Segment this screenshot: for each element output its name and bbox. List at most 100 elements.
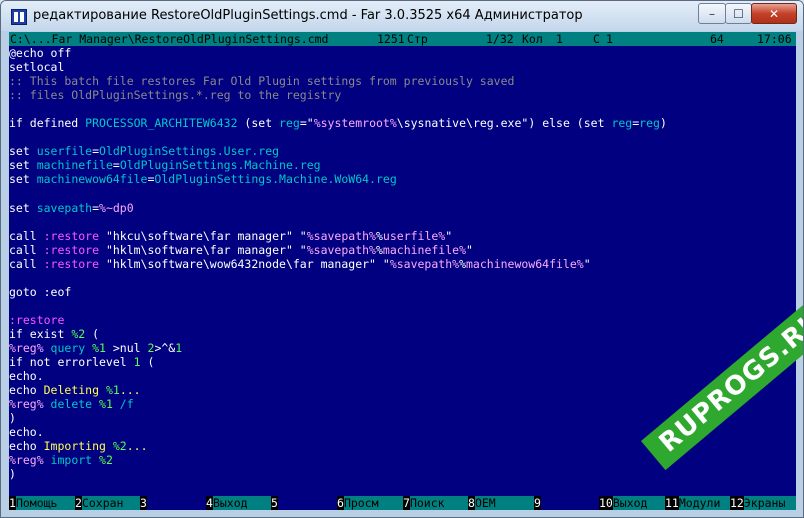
fkey-5[interactable]: 5 (271, 496, 337, 510)
code-token: = (92, 144, 100, 159)
editor-line[interactable] (9, 481, 796, 495)
fkey-label: OEM (474, 496, 534, 510)
editor-line[interactable] (9, 299, 796, 313)
editor-line[interactable]: set savepath=%~dp0 (9, 201, 796, 215)
code-token: " (583, 256, 591, 271)
code-token: machinewow64file% (466, 256, 584, 271)
code-token: :restore (43, 256, 100, 271)
code-token: 1 (175, 340, 183, 355)
status-col-value: 1 (556, 32, 563, 46)
editor-line[interactable]: setlocal (9, 60, 796, 74)
fkey-number: 5 (271, 496, 278, 510)
fkey-1[interactable]: 1Помощь (9, 496, 75, 510)
code-token: echo (9, 439, 37, 454)
code-token: =" (299, 116, 314, 131)
close-button[interactable]: ✕ (751, 3, 797, 24)
code-token: %2 (112, 439, 127, 454)
status-col-label: Кол (522, 32, 543, 46)
editor-line[interactable]: call :restore "hklm\software\wow6432node… (9, 257, 796, 271)
editor-line[interactable]: ) (9, 467, 796, 481)
editor-line[interactable] (9, 102, 796, 116)
code-token: OldPluginSettings.Machine.WoW64.reg (154, 172, 397, 187)
editor-line[interactable] (9, 271, 796, 285)
code-token: reg (279, 116, 300, 131)
editor-line[interactable]: echo. (9, 369, 796, 383)
code-token: if not errorlevel (9, 355, 134, 370)
editor-line[interactable]: goto :eof (9, 285, 796, 299)
code-token: 1 (133, 355, 141, 370)
editor-line[interactable] (9, 215, 796, 229)
editor-line[interactable]: :: files OldPluginSettings.*.reg to the … (9, 88, 796, 102)
fkey-number: 9 (534, 496, 541, 510)
code-token: call (9, 256, 44, 271)
code-token: %reg% (9, 397, 44, 412)
editor-line[interactable]: if defined PROCESSOR_ARCHITEW6432 (set r… (9, 116, 796, 130)
code-token: ) (659, 116, 667, 131)
code-token: %reg% (9, 453, 44, 468)
code-token: :: This batch file restores Far Old Plug… (9, 74, 515, 89)
code-token: if defined (9, 116, 86, 131)
code-token: savepath (36, 200, 93, 215)
code-token: OldPluginSettings.Machine.reg (119, 158, 321, 173)
editor-line[interactable]: :restore (9, 313, 796, 327)
fkey-2[interactable]: 2Сохран (75, 496, 141, 510)
fkey-label: Поиск (409, 496, 469, 510)
code-token: %2 (71, 326, 86, 341)
fkey-label: Модули (678, 496, 731, 510)
fkey-4[interactable]: 4Выход (206, 496, 272, 510)
code-token: "hklm\software\wow6432node\far manager" … (99, 256, 390, 271)
fkey-label: Выход (612, 496, 665, 510)
fkey-10[interactable]: 10Выход (599, 496, 665, 510)
code-token: machinefile% (382, 242, 467, 257)
status-c-value: 1 (606, 32, 613, 46)
code-token: echo. (9, 369, 44, 384)
editor-line[interactable]: set machinefile=OldPluginSettings.Machin… (9, 158, 796, 172)
editor-line[interactable]: set userfile=OldPluginSettings.User.reg (9, 144, 796, 158)
fkey-number: 11 (665, 496, 679, 510)
code-token: query (43, 340, 93, 355)
title-bar[interactable]: редактирование RestoreOldPluginSettings.… (1, 1, 803, 31)
code-token: = (92, 200, 100, 215)
code-token: % (459, 256, 466, 271)
status-char-code: 64 (710, 32, 724, 46)
editor-line[interactable]: call :restore "hklm\software\far manager… (9, 243, 796, 257)
fkey-7[interactable]: 7Поиск (403, 496, 469, 510)
code-token: ) else (set (528, 116, 612, 131)
editor-line[interactable]: set machinewow64file=OldPluginSettings.M… (9, 172, 796, 186)
fkey-9[interactable]: 9 (534, 496, 600, 510)
editor-line[interactable]: :: This batch file restores Far Old Plug… (9, 74, 796, 88)
fkey-number: 7 (403, 496, 410, 510)
fkey-number: 6 (337, 496, 344, 510)
status-codepage: 1251 (377, 32, 405, 46)
code-token: machinewow64file (36, 172, 148, 187)
fkey-3[interactable]: 3 (140, 496, 206, 510)
fkey-label: Помощь (15, 496, 75, 510)
editor-line[interactable]: call :restore "hkcu\software\far manager… (9, 229, 796, 243)
fkey-label: Экраны (743, 496, 796, 510)
editor-line[interactable]: if exist %2 ( (9, 327, 796, 341)
minimize-button[interactable]: – (698, 3, 726, 24)
fkey-11[interactable]: 11Модули (665, 496, 731, 510)
status-line-label: Стр (407, 32, 428, 46)
far-app-icon[interactable] (11, 9, 27, 25)
code-token: machinefile (36, 158, 113, 173)
editor-line[interactable]: @echo off (9, 46, 796, 60)
code-token: %1 (99, 397, 113, 412)
maximize-button[interactable]: ☐ (725, 3, 752, 24)
fkey-12[interactable]: 12Экраны (730, 496, 796, 510)
code-token: %savepath% (306, 228, 376, 243)
code-token: /f (112, 397, 134, 412)
code-token: " (466, 242, 473, 257)
code-token: %2 (99, 453, 113, 468)
code-token: setlocal (9, 60, 65, 75)
fkey-8[interactable]: 8OEM (468, 496, 534, 510)
fkey-label: Выход (212, 496, 272, 510)
editor-line[interactable] (9, 130, 796, 144)
editor-line[interactable]: %reg% query %1 >nul 2>^&1 (9, 341, 796, 355)
status-file-path: C:\...Far Manager\RestoreOldPluginSettin… (10, 32, 329, 46)
editor-line[interactable]: echo Deleting %1... (9, 383, 796, 397)
editor-line[interactable] (9, 186, 796, 200)
editor-line[interactable]: if not errorlevel 1 ( (9, 355, 796, 369)
fkey-6[interactable]: 6Просм (337, 496, 403, 510)
code-token: (set (237, 116, 280, 131)
